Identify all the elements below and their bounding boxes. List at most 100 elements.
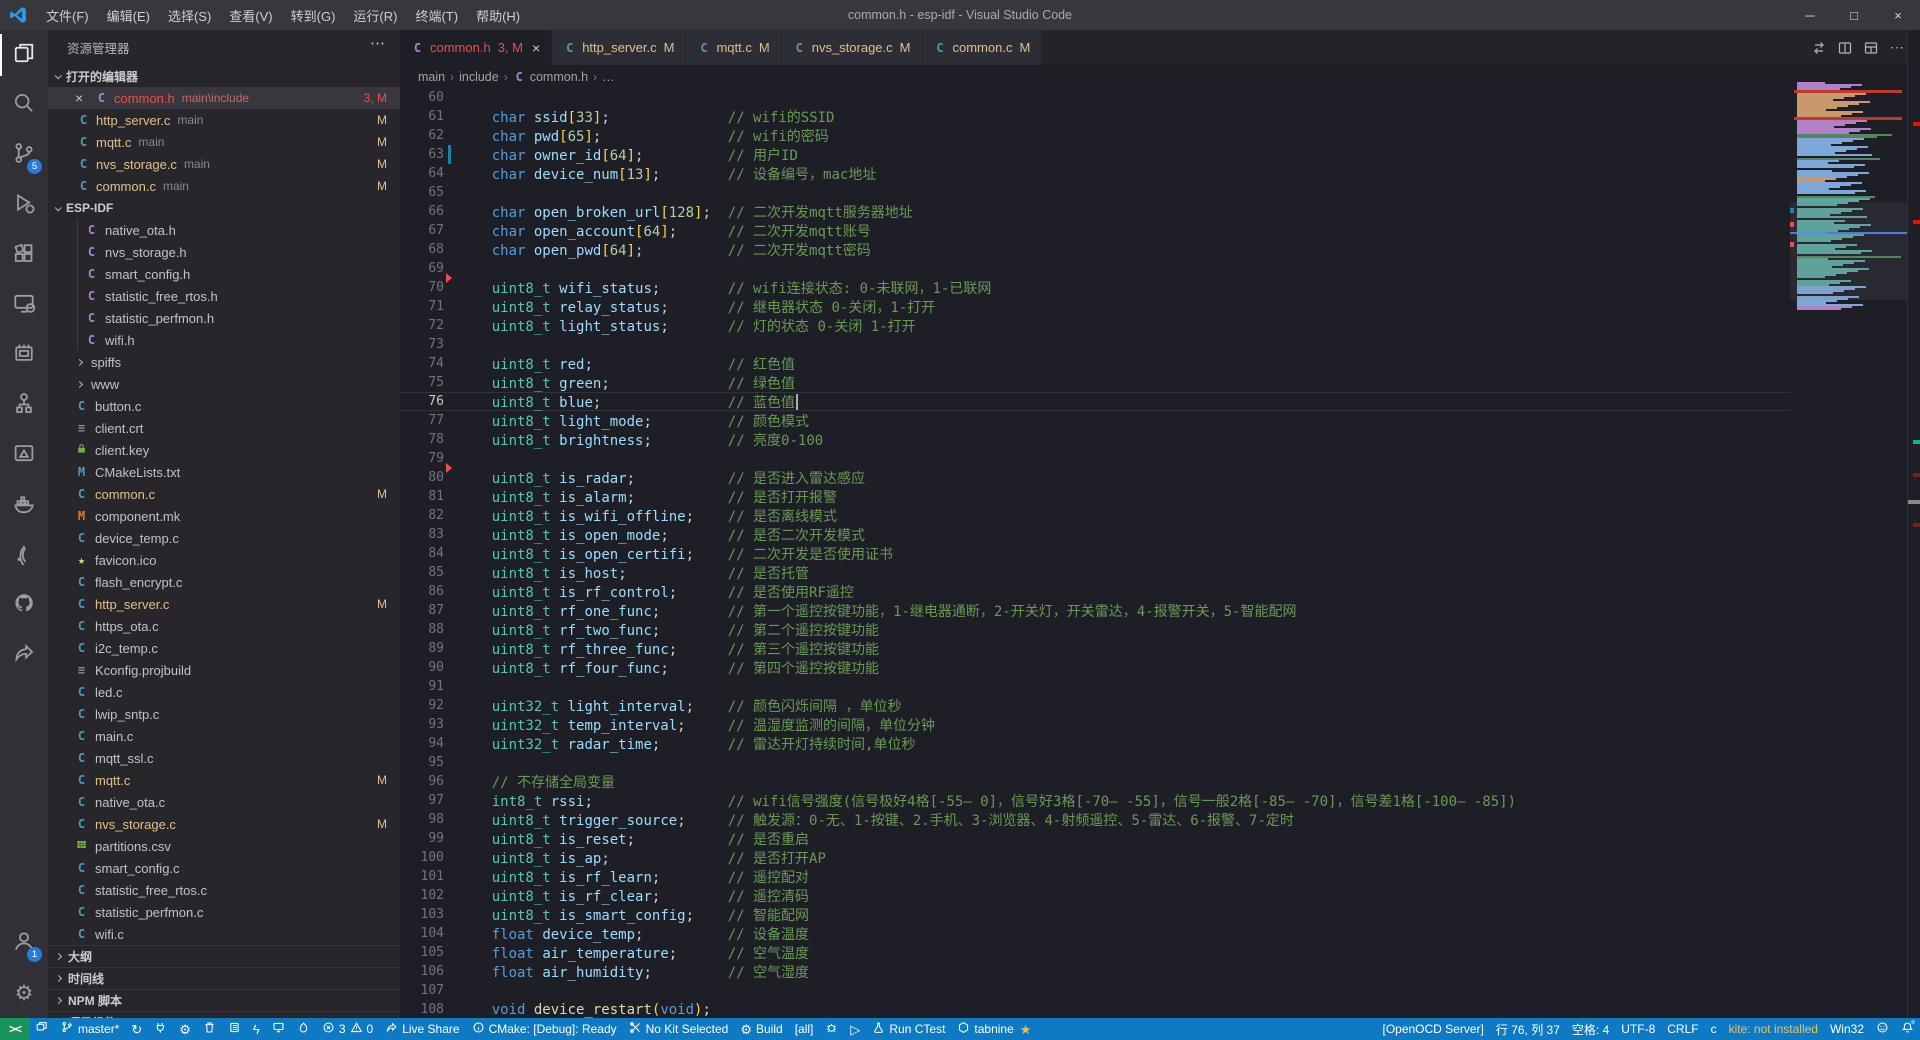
status-build[interactable]: ⚙Build [734, 1018, 788, 1040]
status-platform[interactable]: Win32 [1824, 1018, 1870, 1040]
file-wifi.c[interactable]: Cwifi.c [48, 923, 400, 945]
tab-http_server.c[interactable]: Chttp_server.cM [552, 30, 685, 65]
code-line-69[interactable]: 69 [400, 259, 1793, 278]
file-mqtt.c[interactable]: Cmqtt.cM [48, 769, 400, 791]
code-line-83[interactable]: 83 uint8_t is_open_mode; // 是否二次开发模式 [400, 525, 1793, 544]
code-line-60[interactable]: 60 [400, 88, 1793, 107]
status-git-branch[interactable]: master* [55, 1018, 125, 1040]
code-line-73[interactable]: 73 [400, 335, 1793, 354]
activity-settings[interactable]: ⚙ [0, 968, 48, 1018]
file-statistic_perfmon.c[interactable]: Cstatistic_perfmon.c [48, 901, 400, 923]
code-line-74[interactable]: 74 uint8_t red; // 红色值 [400, 354, 1793, 373]
code-line-81[interactable]: 81 uint8_t is_alarm; // 是否打开报警 [400, 487, 1793, 506]
activity-test-tree[interactable] [0, 380, 48, 430]
code-line-86[interactable]: 86 uint8_t is_rf_control; // 是否使用RF遥控 [400, 582, 1793, 601]
file-wifi.h[interactable]: Cwifi.h [48, 329, 400, 351]
file-i2c_temp.c[interactable]: Ci2c_temp.c [48, 637, 400, 659]
code-line-67[interactable]: 67 char open_account[64]; // 二次开发mqtt账号 [400, 221, 1793, 240]
code-line-71[interactable]: 71 uint8_t relay_status; // 继电器状态 0-关闭，1… [400, 297, 1793, 316]
status-build-target[interactable]: [all] [789, 1018, 820, 1040]
code-line-99[interactable]: 99 uint8_t is_reset; // 是否重启 [400, 829, 1793, 848]
file-common.c[interactable]: Ccommon.cM [48, 483, 400, 505]
file-led.c[interactable]: Cled.c [48, 681, 400, 703]
section-0[interactable]: 大纲 [48, 945, 400, 967]
status-tabnine-hand[interactable]: ★ [1020, 1018, 1038, 1040]
file-flash_encrypt.c[interactable]: Cflash_encrypt.c [48, 571, 400, 593]
code-line-98[interactable]: 98 uint8_t trigger_source; // 触发源：0-无、1-… [400, 810, 1793, 829]
code-line-72[interactable]: 72 uint8_t light_status; // 灯的状态 0-关闭 1-… [400, 316, 1793, 335]
section-1[interactable]: 时间线 [48, 967, 400, 989]
open-editor-common.c[interactable]: Ccommon.cmainM [48, 175, 400, 197]
code-line-79[interactable]: 79 [400, 449, 1793, 468]
menu-item-5[interactable]: 运行(R) [344, 0, 406, 30]
file-mqtt_ssl.c[interactable]: Cmqtt_ssl.c [48, 747, 400, 769]
status-cursor-position[interactable]: 行 76, 列 37 [1490, 1018, 1566, 1040]
minimize-button[interactable]: ─ [1788, 0, 1832, 30]
activity-docker[interactable] [0, 480, 48, 530]
project-root-header[interactable]: ESP-IDF [48, 197, 400, 219]
code-line-80[interactable]: 80 uint8_t is_radar; // 是否进入雷达感应 [400, 468, 1793, 487]
status-cmake-kit[interactable]: No Kit Selected [623, 1018, 735, 1040]
split-editor-icon[interactable] [1832, 35, 1858, 61]
activity-remote-explorer[interactable] [0, 280, 48, 330]
activity-explorer[interactable] [0, 30, 48, 80]
activity-extensions[interactable] [0, 230, 48, 280]
open-editor-common.h[interactable]: ×Ccommon.hmain\include3, M [48, 87, 400, 109]
status-cmake-status[interactable]: CMake: [Debug]: Ready [466, 1018, 623, 1040]
overview-ruler[interactable] [1907, 30, 1920, 1018]
status-indentation[interactable]: 空格: 4 [1566, 1018, 1615, 1040]
code-line-94[interactable]: 94 uint32_t radar_time; // 雷达开灯持续时间,单位秒 [400, 734, 1793, 753]
code-line-91[interactable]: 91 [400, 677, 1793, 696]
open-editor-http_server.c[interactable]: Chttp_server.cmainM [48, 109, 400, 131]
file-statistic_free_rtos.c[interactable]: Cstatistic_free_rtos.c [48, 879, 400, 901]
code-line-95[interactable]: 95 [400, 753, 1793, 772]
code-line-66[interactable]: 66 char open_broken_url[128]; // 二次开发mqt… [400, 202, 1793, 221]
tab-common.h[interactable]: Ccommon.h3, M× [400, 30, 551, 65]
status-ctest[interactable]: Run CTest [866, 1018, 951, 1040]
menu-item-6[interactable]: 终端(T) [406, 0, 467, 30]
code-line-77[interactable]: 77 uint8_t light_mode; // 颜色模式 [400, 411, 1793, 430]
code-line-89[interactable]: 89 uint8_t rf_three_func; // 第三个遥控按键功能 [400, 639, 1793, 658]
file-CMakeLists.txt[interactable]: MCMakeLists.txt [48, 461, 400, 483]
status-launch[interactable]: ▷ [844, 1018, 866, 1040]
status-folders[interactable] [30, 1018, 55, 1040]
code-line-64[interactable]: 64 char device_num[13]; // 设备编号，mac地址 [400, 164, 1793, 183]
code-line-107[interactable]: 107 [400, 981, 1793, 1000]
more-actions-icon[interactable]: ⋯ [370, 34, 386, 52]
code-line-62[interactable]: 62 char pwd[65]; // wifi的密码 [400, 126, 1793, 145]
folder-www[interactable]: www [48, 373, 400, 395]
file-partitions.csv[interactable]: partitions.csv [48, 835, 400, 857]
code-line-82[interactable]: 82 uint8_t is_wifi_offline; // 是否离线模式 [400, 506, 1793, 525]
code-line-68[interactable]: 68 char open_pwd[64]; // 二次开发mqtt密码 [400, 240, 1793, 259]
activity-device-board[interactable] [0, 330, 48, 380]
close-icon[interactable]: × [75, 90, 83, 106]
activity-live-share[interactable] [0, 630, 48, 680]
open-changes-icon[interactable] [1806, 35, 1832, 61]
customize-layout-icon[interactable] [1858, 35, 1884, 61]
open-editor-mqtt.c[interactable]: Cmqtt.cmainM [48, 131, 400, 153]
code-editor[interactable]: 6061 char ssid[33]; // wifi的SSID62 char … [400, 88, 1793, 1018]
status-serial-port[interactable] [148, 1018, 173, 1040]
maximize-button[interactable]: □ [1832, 0, 1876, 30]
file-smart_config.h[interactable]: Csmart_config.h [48, 263, 400, 285]
file-nvs_storage.h[interactable]: Cnvs_storage.h [48, 241, 400, 263]
status-notifications[interactable] [1895, 1018, 1920, 1040]
status-openocd[interactable]: [OpenOCD Server] [1376, 1018, 1489, 1040]
breadcrumb-item-3[interactable]: … [602, 70, 615, 84]
activity-run-debug[interactable] [0, 180, 48, 230]
file-client.crt[interactable]: ≡client.crt [48, 417, 400, 439]
file-component.mk[interactable]: Mcomponent.mk [48, 505, 400, 527]
breadcrumb-item-2[interactable]: Ccommon.h [513, 70, 588, 84]
file-statistic_free_rtos.h[interactable]: Cstatistic_free_rtos.h [48, 285, 400, 307]
menu-item-1[interactable]: 编辑(E) [98, 0, 159, 30]
activity-source-control[interactable]: 5 [0, 130, 48, 180]
open-editors-header[interactable]: 打开的编辑器 [48, 65, 400, 87]
tab-mqtt.c[interactable]: Cmqtt.cM [686, 30, 780, 65]
menu-item-2[interactable]: 选择(S) [159, 0, 220, 30]
code-line-75[interactable]: 75 uint8_t green; // 绿色值 [400, 373, 1793, 392]
code-line-61[interactable]: 61 char ssid[33]; // wifi的SSID [400, 107, 1793, 126]
file-favicon.ico[interactable]: ★favicon.ico [48, 549, 400, 571]
status-tabnine[interactable]: tabnine [951, 1018, 1019, 1040]
menu-item-7[interactable]: 帮助(H) [467, 0, 529, 30]
activity-account[interactable]: 1 [0, 918, 48, 968]
